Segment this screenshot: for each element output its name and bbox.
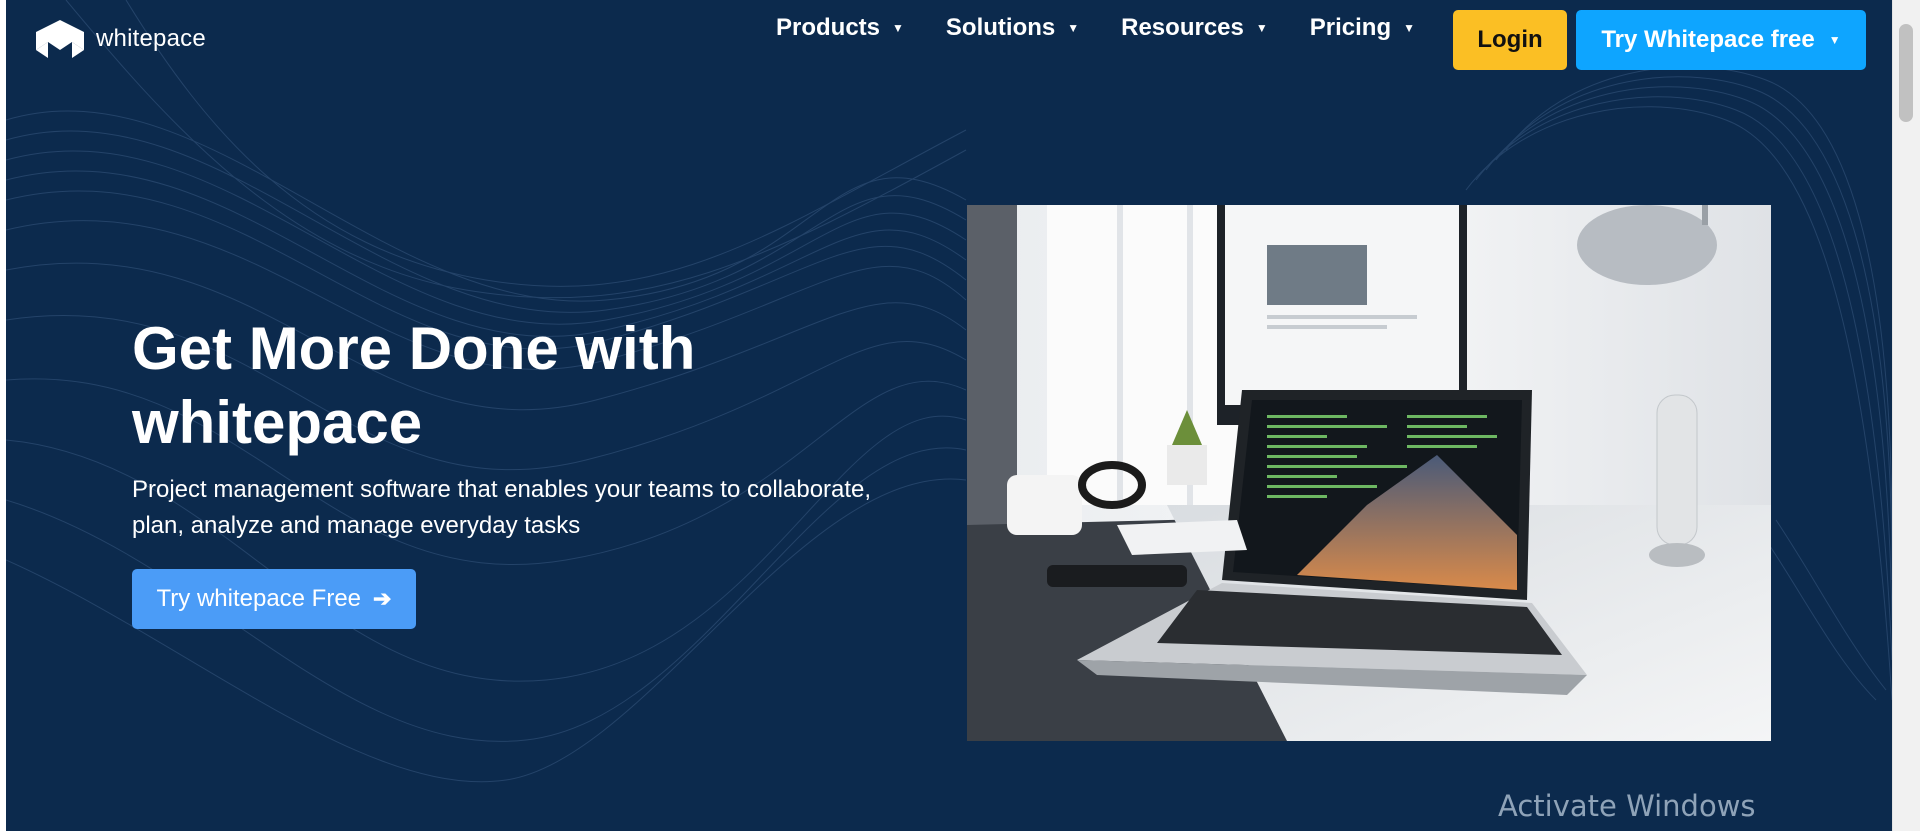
caret-down-icon: ▼ bbox=[1067, 21, 1080, 35]
whitepace-logo-icon bbox=[36, 20, 84, 58]
nav-pricing-label: Pricing bbox=[1309, 14, 1392, 41]
try-whitepace-free-button[interactable]: Try Whitepace free ▼ bbox=[1576, 10, 1866, 70]
arrow-right-icon: ➔ bbox=[373, 586, 392, 611]
hero-title-line-1: Get More Done with bbox=[132, 315, 696, 382]
hero-title: Get More Done with whitepace bbox=[132, 312, 932, 460]
nav-products-label: Products bbox=[776, 14, 881, 41]
activate-windows-watermark: Activate Windows bbox=[1498, 789, 1756, 823]
page-scrollbar[interactable] bbox=[1892, 0, 1920, 831]
nav-products[interactable]: Products ▼ bbox=[776, 12, 904, 44]
try-whitepace-free-label: Try Whitepace free bbox=[1601, 26, 1815, 53]
hero-subtitle-line-2: plan, analyze and manage everyday tasks bbox=[132, 512, 581, 539]
hero-cta-label: Try whitepace Free bbox=[156, 585, 362, 612]
hero-title-line-2: whitepace bbox=[132, 389, 423, 456]
nav-solutions[interactable]: Solutions ▼ bbox=[946, 12, 1079, 44]
scrollbar-thumb[interactable] bbox=[1899, 24, 1913, 122]
nav-solutions-label: Solutions bbox=[945, 14, 1056, 41]
laptop-desk-photo bbox=[967, 205, 1771, 741]
caret-down-icon: ▼ bbox=[1255, 21, 1268, 35]
caret-down-icon: ▼ bbox=[1403, 21, 1415, 35]
main-nav: Products ▼ Solutions ▼ Resources ▼ Prici… bbox=[776, 12, 1457, 44]
hero-section: whitepace Products ▼ Solutions ▼ Resourc… bbox=[6, 0, 1892, 831]
logo[interactable]: whitepace bbox=[36, 20, 206, 58]
caret-down-icon: ▼ bbox=[892, 21, 904, 35]
nav-pricing[interactable]: Pricing ▼ bbox=[1310, 12, 1415, 44]
caret-down-icon: ▼ bbox=[1828, 33, 1841, 47]
nav-resources-label: Resources bbox=[1121, 14, 1244, 41]
logo-text: whitepace bbox=[96, 25, 206, 52]
hero-subtitle: Project management software that enables… bbox=[132, 472, 912, 544]
login-button[interactable]: Login bbox=[1453, 10, 1567, 70]
hero-subtitle-line-1: Project management software that enables… bbox=[132, 476, 872, 503]
hero-cta-button[interactable]: Try whitepace Free ➔ bbox=[132, 569, 416, 629]
nav-resources[interactable]: Resources ▼ bbox=[1121, 12, 1268, 44]
